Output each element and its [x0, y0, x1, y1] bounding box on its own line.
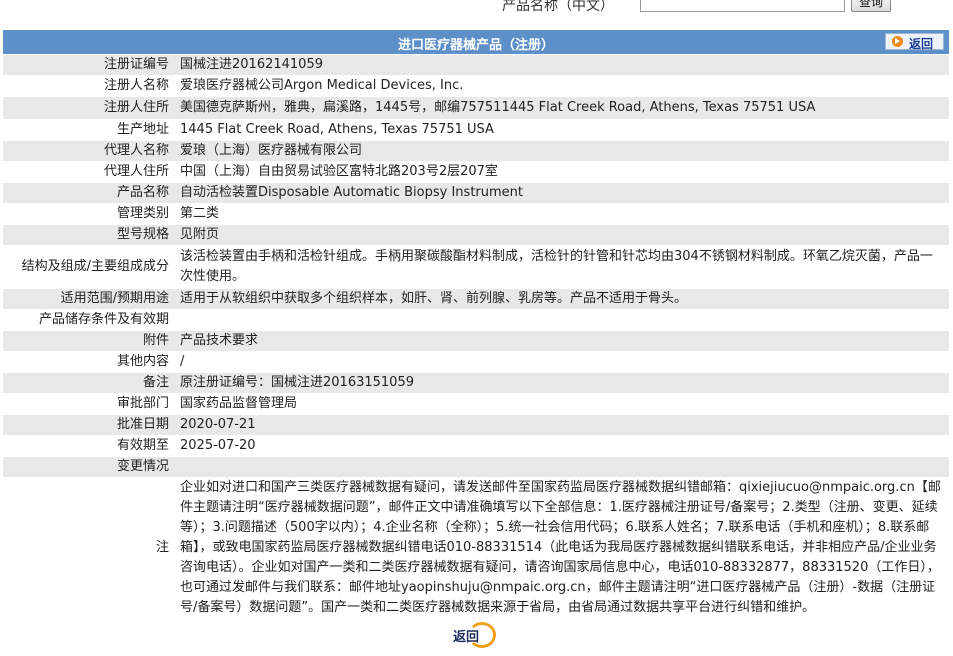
section-title: 进口医疗器械产品（注册） — [397, 38, 554, 53]
table-row: 产品储存条件及有效期 — [3, 309, 949, 331]
field-label: 适用范围/预期用途 — [3, 288, 175, 310]
field-label: 有效期至 — [3, 435, 175, 457]
field-value: 2020-07-21 — [175, 414, 949, 436]
section-header: 进口医疗器械产品（注册） 返回 — [3, 30, 949, 54]
field-label: 管理类别 — [3, 203, 175, 225]
product-name-label: 产品名称（中文） — [502, 0, 614, 14]
field-label: 批准日期 — [3, 414, 175, 436]
field-value: 2025-07-20 — [175, 435, 949, 457]
field-label: 产品储存条件及有效期 — [3, 309, 175, 331]
notice-text: 企业如对进口和国产三类医疗器械数据有疑问，请发送邮件至国家药监局医疗器械数据纠错… — [175, 477, 949, 619]
field-value: 中国（上海）自由贸易试验区富特北路203号2层207室 — [175, 161, 949, 183]
field-label: 审批部门 — [3, 393, 175, 415]
field-label: 结构及组成/主要组成成分 — [3, 245, 175, 289]
field-label: 代理人住所 — [3, 161, 175, 183]
table-row: 备注 原注册证编号：国械注进20163151059 — [3, 372, 949, 394]
back-button-top[interactable]: 返回 — [885, 33, 944, 51]
field-value: 原注册证编号：国械注进20163151059 — [175, 372, 949, 394]
detail-table: 注册证编号 国械注进20162141059 注册人名称 爱琅医疗器械公司Argon M… — [3, 55, 949, 619]
search-button[interactable]: 查询 — [851, 0, 891, 12]
table-row: 注册人住所 美国德克萨斯州，雅典，扁溪路，1445号，邮编757511445 Fl… — [3, 96, 949, 120]
table-row: 其他内容 / — [3, 351, 949, 373]
field-value: 爱琅（上海）医疗器械有限公司 — [175, 140, 949, 162]
field-value: 美国德克萨斯州，雅典，扁溪路，1445号，邮编757511445 Flat Cr… — [175, 96, 949, 120]
field-value — [175, 456, 949, 478]
notice-row: 注企业如对进口和国产三类医疗器械数据有疑问，请发送邮件至国家药监局医疗器械数据纠… — [3, 477, 949, 619]
back-button-label: 返回 — [909, 37, 934, 51]
field-label: 生产地址 — [3, 119, 175, 141]
table-row: 有效期至 2025-07-20 — [3, 435, 949, 457]
field-label: 备注 — [3, 372, 175, 394]
search-bar: 产品名称（中文） 查询 — [0, 0, 953, 30]
field-label: 产品名称 — [3, 182, 175, 204]
field-label: 变更情况 — [3, 456, 175, 478]
table-row: 适用范围/预期用途 适用于从软组织中获取多个组织样本，如肝、肾、前列腺、乳房等。产… — [3, 288, 949, 310]
field-label: 代理人名称 — [3, 140, 175, 162]
table-row: 注册人名称 爱琅医疗器械公司Argon Medical Devices, Inc. — [3, 75, 949, 97]
field-value: 爱琅医疗器械公司Argon Medical Devices, Inc. — [175, 75, 949, 97]
table-row: 批准日期 2020-07-21 — [3, 414, 949, 436]
field-label: 型号规格 — [3, 224, 175, 246]
table-row: 型号规格 见附页 — [3, 224, 949, 246]
table-row: 附件 产品技术要求 — [3, 330, 949, 352]
field-value: 见附页 — [175, 224, 949, 246]
field-label: 注册证编号 — [3, 55, 175, 76]
field-value: 1445 Flat Creek Road, Athens, Texas 7575… — [175, 119, 949, 141]
table-row: 生产地址 1445 Flat Creek Road, Athens, Texas … — [3, 119, 949, 141]
field-value: 适用于从软组织中获取多个组织样本，如肝、肾、前列腺、乳房等。产品不适用于骨头。 — [175, 288, 949, 310]
field-value: 第二类 — [175, 203, 949, 225]
table-row: 产品名称 自动活检装置Disposable Automatic Biopsy In… — [3, 182, 949, 204]
table-row: 变更情况 — [3, 456, 949, 478]
arrow-right-icon — [892, 36, 903, 47]
field-label: 其他内容 — [3, 351, 175, 373]
field-value — [175, 309, 949, 331]
table-row: 审批部门 国家药品监督管理局 — [3, 393, 949, 415]
product-name-input[interactable] — [640, 0, 845, 12]
table-row: 代理人住所 中国（上海）自由贸易试验区富特北路203号2层207室 — [3, 161, 949, 183]
field-value: 国械注进20162141059 — [175, 55, 949, 76]
table-row: 结构及组成/主要组成成分 该活检装置由手柄和活检针组成。手柄用聚碳酸酯材料制成，活… — [3, 245, 949, 289]
field-value: 该活检装置由手柄和活检针组成。手柄用聚碳酸酯材料制成，活检针的针管和针芯均由30… — [175, 245, 949, 289]
field-value: 自动活检装置Disposable Automatic Biopsy Instru… — [175, 182, 949, 204]
table-row: 注册证编号 国械注进20162141059 — [3, 55, 949, 76]
field-label: 附件 — [3, 330, 175, 352]
back-button-bottom[interactable]: 返回 — [449, 621, 501, 649]
field-label: 注册人住所 — [3, 96, 175, 120]
field-label: 注册人名称 — [3, 75, 175, 97]
field-value: 国家药品监督管理局 — [175, 393, 949, 415]
back-button-bottom-label: 返回 — [453, 630, 480, 645]
table-row: 管理类别 第二类 — [3, 203, 949, 225]
notice-label: 注 — [3, 477, 175, 619]
table-row: 代理人名称 爱琅（上海）医疗器械有限公司 — [3, 140, 949, 162]
field-value: 产品技术要求 — [175, 330, 949, 352]
field-value: / — [175, 351, 949, 373]
